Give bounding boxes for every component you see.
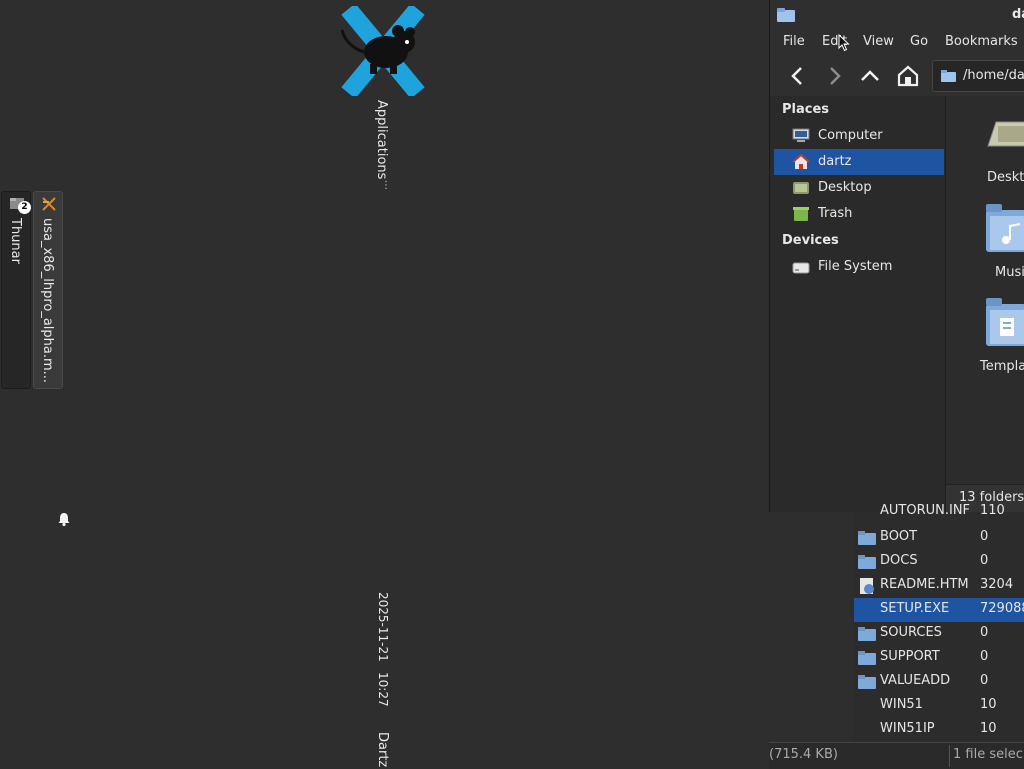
mouse-cursor-icon [838, 34, 850, 52]
side-pane: Places Computer dartz Desktop Trash Devi… [770, 96, 946, 512]
sidebar-item-desktop[interactable]: Desktop [774, 175, 944, 201]
row-size: 0 [980, 529, 989, 544]
row-size: 0 [980, 625, 989, 640]
row-size: 0 [980, 673, 989, 688]
sidebar-label-dartz: dartz [818, 154, 852, 169]
table-row[interactable]: WIN51 10 [854, 694, 1024, 718]
folder-icon [858, 555, 876, 569]
row-size: 729088 [980, 601, 1024, 616]
forward-icon[interactable] [820, 62, 848, 90]
archive-status-size: (715.4 KB) [769, 747, 838, 762]
up-icon[interactable] [856, 62, 884, 90]
table-row[interactable]: SUPPORT 0 [854, 646, 1024, 670]
task-label-installer: usa_x86_lhpro_alpha.m... [40, 218, 55, 384]
folder-icon [858, 675, 876, 689]
row-size: 0 [980, 553, 989, 568]
sidebar-label-computer: Computer [818, 128, 883, 143]
sidebar-item-dartz[interactable]: dartz [774, 149, 944, 175]
menu-file[interactable]: File [783, 34, 805, 49]
row-name: SETUP.EXE [880, 601, 950, 616]
applications-grip-icon: ⋮ [381, 180, 391, 191]
folder-icon [858, 531, 876, 545]
clock-time[interactable]: 10:27 [376, 672, 390, 707]
row-name: VALUEADD [880, 673, 951, 688]
archive-list-window: AUTORUN.INF 110 BOOT 0 DOCS 0 README.HTM… [769, 503, 1024, 769]
status-divider [949, 745, 950, 767]
folder-window-icon [777, 8, 795, 22]
menu-bookmarks[interactable]: Bookmarks [945, 34, 1018, 49]
sidebar-item-trash[interactable]: Trash [774, 201, 944, 227]
window-title: da [1012, 7, 1024, 22]
folder-icon [858, 651, 876, 665]
icon-view[interactable]: Deskt Musi Templa [946, 96, 1024, 512]
desktop-folder-icon[interactable] [986, 116, 1024, 152]
devices-heading: Devices [782, 233, 839, 248]
drive-icon [792, 262, 810, 274]
task-button-installer[interactable]: usa_x86_lhpro_alpha.m... [33, 191, 63, 389]
user-name[interactable]: Dartz [375, 732, 390, 767]
sidebar-item-computer[interactable]: Computer [774, 123, 944, 149]
archive-left-pane [769, 512, 853, 742]
location-bar[interactable]: /home/da [932, 60, 1024, 92]
menu-go[interactable]: Go [910, 34, 928, 49]
row-name: README.HTM [880, 577, 969, 592]
task-label-thunar: Thunar [8, 218, 23, 264]
row-size: 3204 [980, 577, 1014, 592]
table-row[interactable]: README.HTM 3204 [854, 574, 1024, 598]
table-row[interactable]: AUTORUN.INF 110 [854, 503, 1024, 523]
sidebar-label-desktop: Desktop [818, 180, 872, 195]
file-manager-window: da File Edit View Go Bookmarks /h [769, 0, 1024, 512]
task-button-thunar[interactable]: 2 Thunar [1, 191, 31, 389]
row-name: BOOT [880, 529, 918, 544]
table-row[interactable]: DOCS 0 [854, 550, 1024, 574]
home-icon [792, 154, 810, 169]
table-row[interactable]: WIN51IP 10 [854, 718, 1024, 742]
menu-view[interactable]: View [863, 34, 894, 49]
applications-menu-button[interactable]: Applications ⋮ [340, 6, 426, 192]
table-row[interactable]: BOOT 0 [854, 526, 1024, 550]
grid-label-desktop: Deskt [987, 170, 1024, 185]
table-row[interactable]: SOURCES 0 [854, 622, 1024, 646]
archive-status-selection: 1 file selec [953, 747, 1023, 762]
row-name: WIN51IP [880, 721, 935, 736]
table-row[interactable]: VALUEADD 0 [854, 670, 1024, 694]
templates-folder-icon[interactable] [986, 298, 1024, 346]
location-path: /home/da [963, 68, 1024, 83]
row-size: 110 [980, 503, 1005, 518]
task-badge: 2 [18, 201, 31, 214]
xfce-logo-icon [340, 6, 425, 96]
toolbar: /home/da [770, 56, 1024, 96]
trash-icon [793, 207, 809, 221]
clock-date[interactable]: 2025-11-21 [376, 592, 390, 662]
menu-bar: File Edit View Go Bookmarks [770, 30, 1024, 54]
location-folder-icon [941, 70, 956, 82]
window-titlebar[interactable]: da [770, 0, 1024, 30]
grid-label-music: Musi [995, 265, 1024, 280]
music-folder-icon[interactable] [986, 204, 1024, 252]
row-name: SOURCES [880, 625, 942, 640]
sidebar-label-trash: Trash [818, 206, 853, 221]
sidebar-item-file-system[interactable]: File System [774, 254, 944, 280]
archive-status-bar: (715.4 KB) 1 file selec [769, 742, 1024, 769]
row-size: 10 [980, 697, 997, 712]
table-row-selected[interactable]: SETUP.EXE 729088 [854, 598, 1024, 622]
grid-label-templates: Templa [980, 359, 1024, 374]
folder-icon [858, 627, 876, 641]
notification-bell-icon[interactable] [56, 511, 72, 527]
desktop-icon [793, 182, 809, 194]
places-heading: Places [782, 102, 830, 117]
row-name: AUTORUN.INF [880, 503, 971, 518]
back-icon[interactable] [784, 62, 812, 90]
html-file-icon [860, 578, 874, 594]
row-name: WIN51 [880, 697, 923, 712]
sidebar-label-file-system: File System [818, 259, 893, 274]
home-nav-icon[interactable] [894, 62, 922, 90]
computer-icon [792, 128, 810, 142]
row-size: 0 [980, 649, 989, 664]
row-name: DOCS [880, 553, 918, 568]
installer-icon [42, 197, 56, 211]
row-size: 10 [980, 721, 997, 736]
row-name: SUPPORT [880, 649, 940, 664]
applications-label: Applications [374, 100, 389, 180]
